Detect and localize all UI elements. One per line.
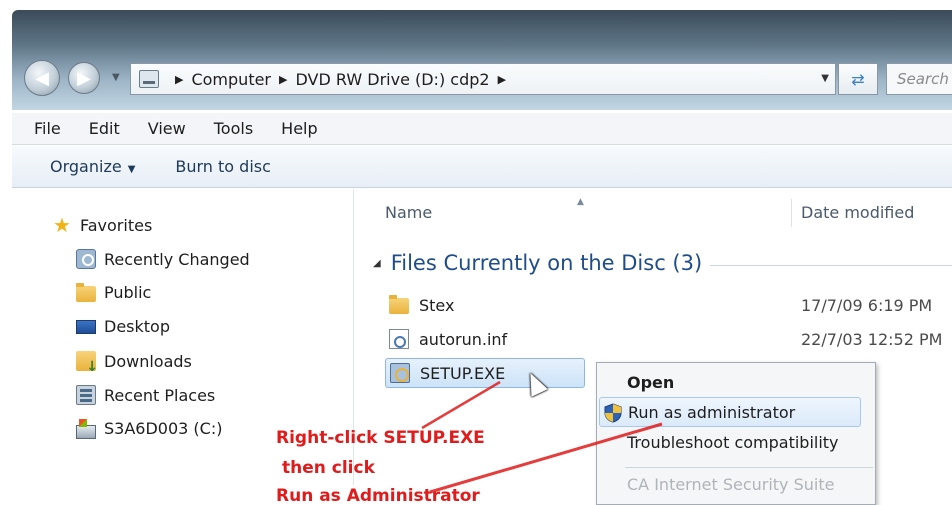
- file-row-autorun[interactable]: autorun.inf: [385, 324, 507, 354]
- breadcrumb-computer[interactable]: Computer: [191, 70, 271, 89]
- nav-favorites[interactable]: ★ Favorites: [52, 215, 152, 235]
- desktop-icon: [76, 319, 96, 334]
- chevron-right-icon[interactable]: ▶: [279, 73, 287, 86]
- nav-downloads[interactable]: Downloads: [76, 351, 192, 375]
- nav-desktop[interactable]: Desktop: [76, 317, 170, 336]
- file-row-setup-exe[interactable]: SETUP.EXE: [385, 358, 585, 388]
- annotation-text-3: Run as Administrator: [276, 486, 480, 505]
- column-divider[interactable]: [791, 199, 792, 227]
- organize-button[interactable]: Organize ▼: [50, 157, 135, 176]
- downloads-icon: [76, 351, 98, 375]
- group-header[interactable]: ◢ Files Currently on the Disc (3): [373, 251, 702, 275]
- address-bar[interactable]: ▶ Computer ▶ DVD RW Drive (D:) cdp2 ▶ ▼: [130, 63, 836, 95]
- drive-icon: [76, 418, 96, 439]
- folder-icon: [76, 282, 96, 302]
- uac-shield-icon: [604, 403, 622, 423]
- menu-item-open[interactable]: Open: [627, 373, 674, 392]
- inf-file-icon: [389, 329, 409, 349]
- recent-pages-dropdown[interactable]: ▼: [112, 72, 120, 83]
- breadcrumb-dvd-drive[interactable]: DVD RW Drive (D:) cdp2: [295, 70, 489, 89]
- collapse-triangle-icon[interactable]: ◢: [373, 258, 381, 269]
- recent-places-icon: [76, 385, 96, 405]
- folder-icon: [389, 295, 409, 314]
- refresh-button[interactable]: ⇄: [838, 63, 878, 95]
- nav-recent-places[interactable]: Recent Places: [76, 385, 215, 405]
- burn-to-disc-button[interactable]: Burn to disc: [175, 157, 271, 176]
- forward-button[interactable]: ▶: [68, 62, 100, 94]
- chevron-right-icon[interactable]: ▶: [175, 73, 183, 86]
- file-date-autorun: 22/7/03 12:52 PM: [801, 330, 943, 349]
- exe-icon: [390, 363, 410, 383]
- window-titlebar: [12, 10, 952, 110]
- file-row-stex[interactable]: Stex: [385, 290, 454, 320]
- command-bar: Organize ▼ Burn to disc: [12, 146, 952, 188]
- menu-item-troubleshoot[interactable]: Troubleshoot compatibility: [627, 433, 839, 452]
- recent-icon: [76, 249, 96, 269]
- annotation-text-1: Right-click SETUP.EXE: [276, 428, 485, 448]
- star-icon: ★: [53, 213, 71, 237]
- menu-file[interactable]: File: [34, 119, 61, 138]
- menu-bar: File Edit View Tools Help: [12, 113, 952, 145]
- annotation-text-2: then click: [282, 458, 375, 478]
- file-date-stex: 17/7/09 6:19 PM: [801, 296, 933, 315]
- search-input[interactable]: Search: [886, 63, 952, 95]
- menu-separator: [625, 467, 873, 468]
- column-header-date[interactable]: Date modified: [801, 203, 914, 222]
- group-divider: [710, 265, 952, 266]
- arrow-right-icon: ▶: [77, 67, 91, 89]
- menu-edit[interactable]: Edit: [89, 119, 120, 138]
- menu-tools[interactable]: Tools: [214, 119, 253, 138]
- menu-item-partial[interactable]: CA Internet Security Suite: [627, 475, 834, 494]
- back-button[interactable]: ◀: [24, 60, 60, 96]
- search-placeholder: Search: [897, 70, 949, 88]
- nav-public[interactable]: Public: [76, 282, 151, 302]
- menu-help[interactable]: Help: [281, 119, 317, 138]
- refresh-icon: ⇄: [851, 69, 865, 89]
- context-menu: Open Run as administrator Troubleshoot c…: [596, 362, 876, 505]
- chevron-right-icon[interactable]: ▶: [498, 73, 506, 86]
- menu-item-run-as-administrator[interactable]: Run as administrator: [599, 397, 861, 427]
- arrow-left-icon: ◀: [35, 67, 49, 89]
- nav-recently-changed[interactable]: Recently Changed: [76, 249, 250, 269]
- nav-drive-c[interactable]: S3A6D003 (C:): [76, 418, 222, 439]
- column-header-name[interactable]: Name: [385, 203, 432, 222]
- sort-ascending-icon: ▲: [577, 197, 584, 207]
- drive-icon: [139, 70, 159, 88]
- chevron-down-icon: ▼: [127, 164, 136, 175]
- menu-view[interactable]: View: [148, 119, 186, 138]
- address-dropdown-icon[interactable]: ▼: [821, 73, 829, 84]
